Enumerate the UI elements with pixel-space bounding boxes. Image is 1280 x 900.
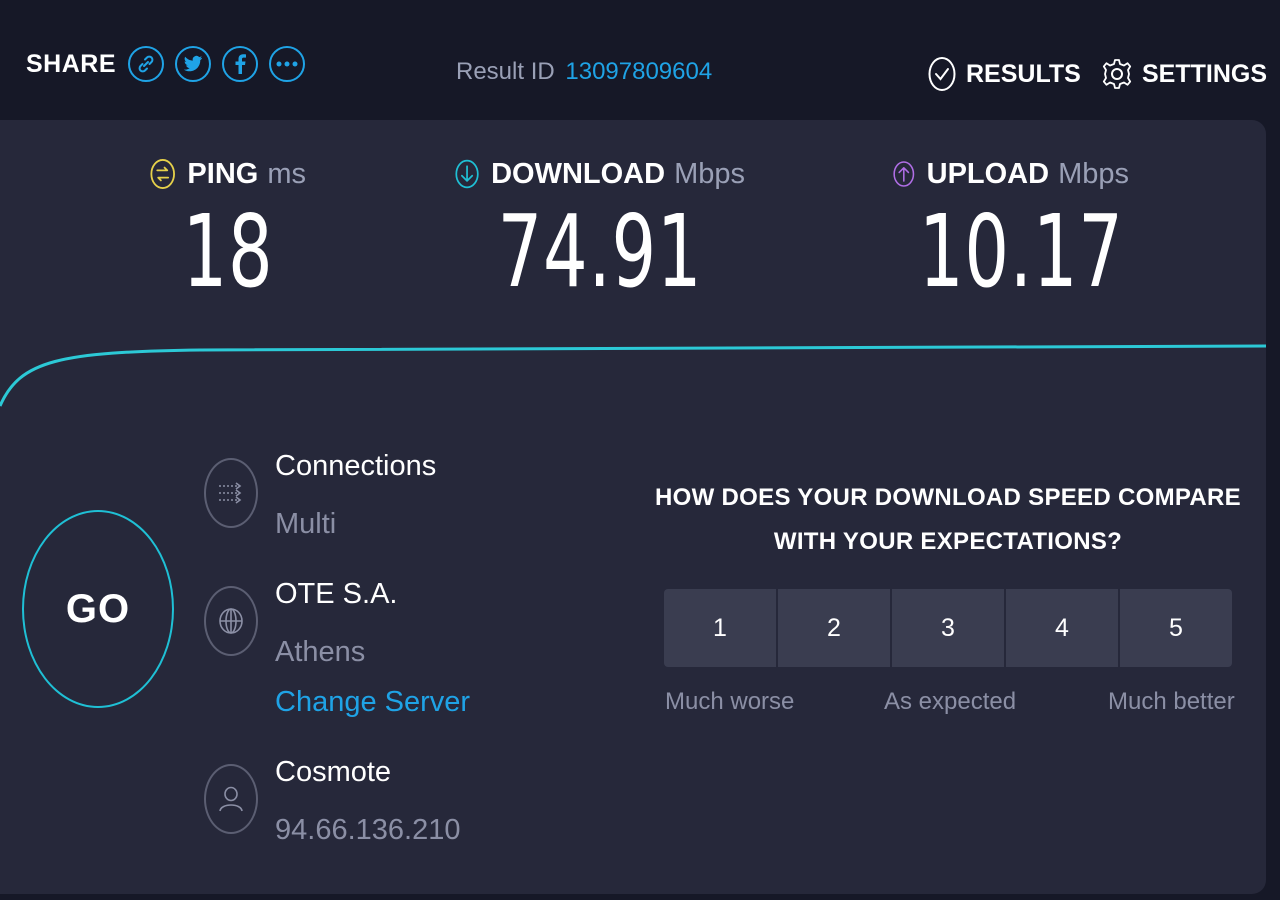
gear-icon xyxy=(1102,59,1132,89)
scale-label-low: Much worse xyxy=(665,688,795,715)
user-icon xyxy=(204,764,258,834)
upload-header: UPLOAD Mbps xyxy=(893,156,1129,192)
scale-label-mid: As expected xyxy=(884,688,1017,715)
upload-icon xyxy=(893,161,915,187)
upload-metric: UPLOAD Mbps 10.17 xyxy=(893,156,1129,302)
facebook-icon xyxy=(235,54,247,74)
survey-question-line2: WITH YOUR EXPECTATIONS? xyxy=(773,528,1123,555)
ping-unit: ms xyxy=(267,157,306,190)
result-id-label: Result ID xyxy=(456,58,555,85)
rating-option-1[interactable]: 1 xyxy=(664,589,776,667)
rating-scale: 1 2 3 4 5 xyxy=(664,589,1232,667)
speed-curve-line xyxy=(0,344,1266,407)
download-metric: DOWNLOAD Mbps 74.91 xyxy=(455,156,745,302)
share-facebook-button[interactable] xyxy=(222,46,259,82)
download-unit: Mbps xyxy=(674,157,745,190)
go-ring[interactable]: GO xyxy=(22,510,174,708)
settings-button[interactable]: SETTINGS xyxy=(1102,56,1267,92)
survey-question: HOW DOES YOUR DOWNLOAD SPEED COMPARE WIT… xyxy=(646,476,1250,564)
ping-value: 18 xyxy=(182,193,274,310)
ping-label: PING xyxy=(187,157,259,190)
rating-option-3[interactable]: 3 xyxy=(892,589,1004,667)
download-value: 74.91 xyxy=(497,193,703,310)
more-icon xyxy=(276,61,298,67)
upload-value: 10.17 xyxy=(918,193,1124,310)
rating-option-5[interactable]: 5 xyxy=(1120,589,1232,667)
survey-question-line1: HOW DOES YOUR DOWNLOAD SPEED COMPARE xyxy=(655,484,1241,511)
isp-name: Cosmote xyxy=(275,756,392,788)
result-id-value[interactable]: 13097809604 xyxy=(565,58,712,85)
download-icon xyxy=(455,159,479,189)
share-label: SHARE xyxy=(26,49,117,78)
rating-option-4[interactable]: 4 xyxy=(1006,589,1118,667)
settings-label: SETTINGS xyxy=(1142,59,1268,88)
upload-unit: Mbps xyxy=(1058,157,1129,190)
globe-icon xyxy=(204,586,258,656)
ping-header: PING ms xyxy=(150,156,306,192)
results-button[interactable]: RESULTS xyxy=(928,56,1081,92)
connections-title: Connections xyxy=(275,450,437,482)
download-header: DOWNLOAD Mbps xyxy=(455,156,745,192)
link-icon xyxy=(138,55,154,73)
check-circle-icon xyxy=(928,57,956,91)
results-panel: PING ms 18 DOWNLOAD Mbps 74.91 UPLOAD Mb… xyxy=(0,120,1266,894)
server-location: Athens xyxy=(275,636,366,668)
rating-option-2[interactable]: 2 xyxy=(778,589,890,667)
top-bar: SHARE Result ID 13097809604 RESULTS SETT… xyxy=(0,0,1280,120)
upload-label: UPLOAD xyxy=(926,157,1050,190)
results-label: RESULTS xyxy=(966,59,1081,88)
scale-label-high: Much better xyxy=(1108,688,1235,715)
share-twitter-button[interactable] xyxy=(175,46,212,82)
connections-icon xyxy=(204,458,258,528)
change-server-link[interactable]: Change Server xyxy=(275,686,470,719)
go-label: GO xyxy=(65,586,131,631)
download-label: DOWNLOAD xyxy=(491,157,666,190)
ping-metric: PING ms 18 xyxy=(150,156,306,302)
twitter-icon xyxy=(183,55,203,72)
go-button[interactable]: GO xyxy=(22,510,174,708)
share-group: SHARE xyxy=(26,46,316,82)
ping-icon xyxy=(150,159,175,189)
server-name: OTE S.A. xyxy=(275,578,398,610)
connections-value: Multi xyxy=(275,508,337,540)
share-link-button[interactable] xyxy=(128,46,165,82)
share-more-button[interactable] xyxy=(269,46,306,82)
result-id: Result ID 13097809604 xyxy=(456,58,712,86)
isp-ip: 94.66.136.210 xyxy=(275,814,461,846)
